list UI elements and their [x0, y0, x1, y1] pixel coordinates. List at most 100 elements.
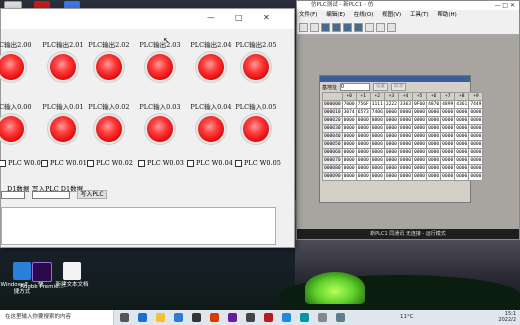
write-plc-button[interactable]: 写入PLC [77, 190, 107, 199]
visual-studio-icon[interactable] [228, 313, 237, 322]
plc-hmi-window[interactable]: — □ ✕ ↖ PLC输出2.00 PLC输出2.01 PLC输出2.02 PL… [0, 8, 295, 248]
memory-cell[interactable]: 0000 [369, 124, 385, 133]
memory-cell[interactable]: 0000 [426, 108, 442, 117]
memory-cell[interactable]: 0000 [454, 108, 470, 117]
memory-cell[interactable]: 0F60 [411, 100, 428, 109]
task-view-icon[interactable] [120, 313, 129, 322]
memory-cell[interactable]: 0000 [454, 148, 470, 157]
memory-cell[interactable]: 0000 [369, 116, 385, 125]
memory-cell[interactable]: 0000 [440, 132, 456, 141]
memory-cell[interactable]: 0000 [383, 148, 399, 157]
toolbar-tool-icon[interactable] [365, 22, 374, 32]
memory-cell[interactable]: 0000 [341, 116, 357, 125]
close-button[interactable]: ✕ [263, 13, 270, 22]
memory-cell[interactable]: 0000 [341, 148, 357, 157]
menu-tools[interactable]: 工具(T) [410, 12, 429, 18]
memory-cell[interactable]: 0000 [426, 132, 442, 141]
memory-cell[interactable]: 0000 [411, 108, 428, 117]
checkbox-w0-00[interactable]: PLC W0.00 [0, 159, 45, 167]
toolbar-monitor-icon[interactable] [321, 22, 330, 32]
memory-cell[interactable]: 1111 [369, 100, 385, 109]
menu-online[interactable]: 在线(O) [354, 12, 374, 18]
file-explorer-icon[interactable] [156, 313, 165, 322]
memory-cell[interactable]: 0000 [397, 156, 414, 165]
memory-cell[interactable]: 0000 [440, 172, 456, 181]
memory-cell[interactable]: 0000 [411, 156, 428, 165]
menu-view[interactable]: 视图(V) [382, 12, 401, 18]
d1-data-field[interactable] [1, 191, 25, 199]
plc-simulator-window[interactable]: 仿PLC测试 - 新PLC1 - 仿 — □ ✕ 文件(F) 编辑(E) 在线(… [296, 0, 520, 240]
memory-cell[interactable]: 0000 [426, 148, 442, 157]
memory-cell[interactable]: 0000 [454, 156, 470, 165]
memory-cell[interactable]: 0000 [440, 124, 456, 133]
memory-cell[interactable]: 0000 [397, 132, 414, 141]
plc-window-titlebar[interactable]: 仿PLC测试 - 新PLC1 - 仿 — □ ✕ [297, 1, 519, 10]
checkbox-w0-03[interactable]: PLC W0.03 [138, 159, 184, 167]
memory-cell[interactable]: 0000 [411, 124, 428, 133]
memory-cell[interactable]: 0000 [369, 164, 385, 173]
memory-cell[interactable]: 0000 [397, 124, 414, 133]
memory-cell[interactable]: 0000 [426, 164, 442, 173]
memory-cell[interactable]: 0000 [397, 164, 414, 173]
memory-cell[interactable]: 0000 [355, 140, 371, 149]
memory-cell[interactable]: 7449 [468, 100, 484, 109]
toolbar-stop-icon[interactable] [354, 22, 363, 32]
memory-cell[interactable]: 0000 [341, 124, 357, 133]
memory-cell[interactable]: 0000 [468, 156, 484, 165]
memory-cell[interactable]: 0000 [440, 116, 456, 125]
memory-cell[interactable]: 0000 [468, 124, 484, 133]
memory-cell[interactable]: 0000 [440, 108, 456, 117]
checkbox-icon[interactable] [187, 159, 194, 167]
memory-cell[interactable]: 0000 [454, 164, 470, 173]
memory-cell[interactable]: 0000 [468, 164, 484, 173]
memory-cell[interactable]: 0000 [468, 116, 484, 125]
memory-cell[interactable]: 0000 [369, 156, 385, 165]
memory-cell[interactable]: 0000 [369, 140, 385, 149]
toolbar-open-icon[interactable] [310, 22, 319, 32]
memory-cell[interactable]: 0000 [440, 164, 456, 173]
menu-help[interactable]: 帮助(H) [437, 12, 456, 18]
menu-file[interactable]: 文件(F) [299, 12, 317, 18]
memory-cell[interactable]: 0000 [383, 140, 399, 149]
write-d1-data-field[interactable] [32, 191, 70, 199]
memory-cell[interactable]: 3363 [397, 100, 414, 109]
taskbar-search-box[interactable]: 在这里输入你要搜索的内容 [0, 310, 114, 325]
app-icon-10[interactable] [282, 313, 291, 322]
memory-cell[interactable]: 0000 [383, 116, 399, 125]
memory-cell[interactable]: 0000 [468, 132, 484, 141]
memory-cell[interactable]: 0000 [355, 172, 371, 181]
office-icon[interactable] [210, 313, 219, 322]
memory-cell[interactable]: 0000 [426, 116, 442, 125]
memory-cell[interactable]: 0000 [397, 140, 414, 149]
toolbar-new-icon[interactable] [299, 22, 308, 32]
checkbox-w0-05[interactable]: PLC W0.05 [235, 159, 281, 167]
memory-cell[interactable]: 0000 [454, 116, 470, 125]
memory-cell[interactable]: 6573 [355, 108, 371, 117]
cancel-button[interactable]: 取消 [391, 83, 407, 91]
memory-cell[interactable]: 2222 [383, 100, 399, 109]
memory-cell[interactable]: 0000 [355, 148, 371, 157]
system-clock[interactable]: 15:1 2022/2 [498, 311, 516, 323]
memory-cell[interactable]: 0000 [454, 172, 470, 181]
memory-cell[interactable]: 0000 [454, 132, 470, 141]
memory-cell[interactable]: 0000 [383, 108, 399, 117]
memory-cell[interactable]: 0000 [383, 124, 399, 133]
memory-cell[interactable]: 0000 [341, 140, 357, 149]
memory-cell[interactable]: 0000 [468, 148, 484, 157]
memory-cell[interactable]: 0000 [355, 164, 371, 173]
menu-edit[interactable]: 编辑(E) [326, 12, 345, 18]
edge-icon[interactable] [138, 313, 147, 322]
memory-cell[interactable]: 0000 [383, 132, 399, 141]
checkbox-w0-04[interactable]: PLC W0.04 [187, 159, 233, 167]
desktop-shortcut-textfile[interactable]: 新建文本文档 [50, 262, 94, 289]
memory-cell[interactable]: 0000 [440, 140, 456, 149]
memory-cell[interactable]: 0000 [426, 156, 442, 165]
toolbar-monitor2-icon[interactable] [332, 22, 341, 32]
memory-cell[interactable]: 0000 [355, 132, 371, 141]
memory-cell[interactable]: 0000 [355, 116, 371, 125]
memory-cell[interactable]: 0000 [397, 116, 414, 125]
store-icon[interactable] [174, 313, 183, 322]
memory-cell[interactable]: 4361 [454, 100, 470, 109]
checkbox-icon[interactable] [41, 159, 48, 167]
memory-cell[interactable]: 0000 [369, 132, 385, 141]
